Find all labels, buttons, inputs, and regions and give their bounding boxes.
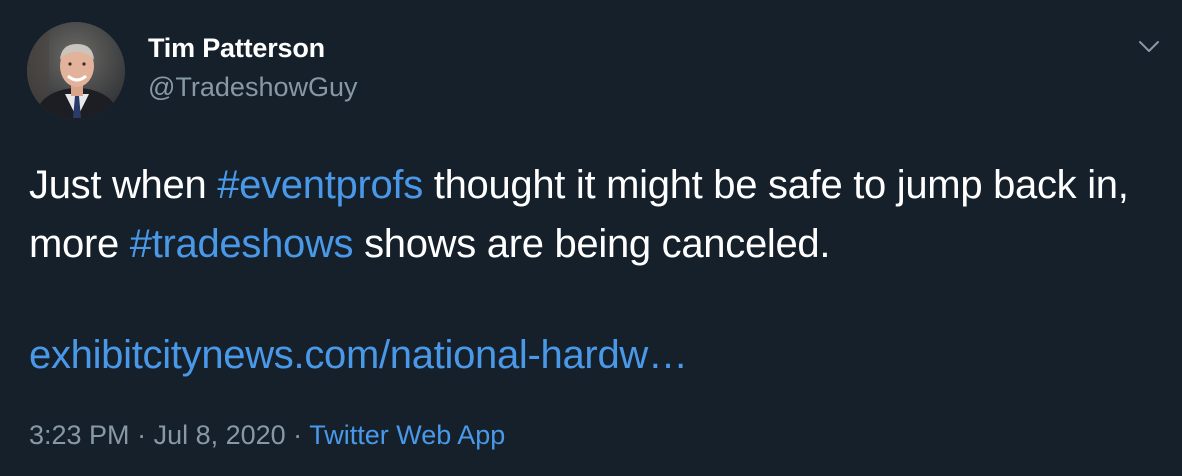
tweet-text-part: shows are being canceled. <box>353 222 831 266</box>
chevron-down-icon[interactable] <box>1134 32 1164 62</box>
tweet-link[interactable]: exhibitcitynews.com/national-hardw… <box>29 333 688 378</box>
meta-separator: · <box>129 420 154 450</box>
author-handle[interactable]: @TradeshowGuy <box>148 72 358 103</box>
tweet-meta: 3:23 PM · Jul 8, 2020 · Twitter Web App <box>29 420 505 451</box>
meta-separator: · <box>285 420 310 450</box>
hashtag-eventprofs[interactable]: #eventprofs <box>217 163 423 207</box>
tweet-text: Just when #eventprofs thought it might b… <box>29 156 1149 274</box>
hashtag-tradeshows[interactable]: #tradeshows <box>130 222 354 266</box>
author-name[interactable]: Tim Patterson <box>148 33 325 64</box>
avatar-image <box>27 22 125 120</box>
tweet-card: Tim Patterson @TradeshowGuy Just when #e… <box>0 0 1182 476</box>
tweet-time[interactable]: 3:23 PM <box>29 420 130 450</box>
tweet-date[interactable]: Jul 8, 2020 <box>154 420 286 450</box>
tweet-text-part: Just when <box>29 163 218 207</box>
avatar[interactable] <box>27 22 125 120</box>
tweet-source[interactable]: Twitter Web App <box>309 420 505 450</box>
